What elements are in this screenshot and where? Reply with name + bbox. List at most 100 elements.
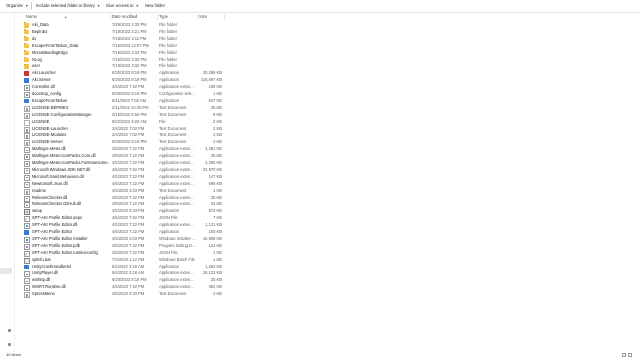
file-name: SPT-AKI Profile Editor.deps <box>32 215 83 221</box>
file-row[interactable]: BepInEx 7/18/2023 3:21 PM File folder <box>20 29 225 36</box>
file-row[interactable]: UnityCrashHandler64 5/4/2022 3:18 AM Appli… <box>20 264 225 271</box>
file-row[interactable]: EscapeFromTarkov 6/11/2023 7:02 AM Applica… <box>20 98 225 105</box>
file-size: 186 KB <box>208 84 222 90</box>
file-row[interactable]: readme 4/5/2023 3:33 PM Text Document 1 KB <box>20 188 225 195</box>
file-row[interactable]: XpressMerw 4/5/2023 3:33 PM Text Document 2… <box>20 291 225 299</box>
column-divider[interactable] <box>224 14 225 20</box>
file-row[interactable]: Mathtype.Meter.IconPacks.Core.dll 4/5/202… <box>20 153 225 161</box>
file-type: Text Document <box>159 291 187 297</box>
file-row[interactable]: LICENSE 8/22/2022 6:20 AM File 2 KB <box>20 119 225 126</box>
file-name: dx <box>32 35 37 41</box>
file-row[interactable]: Aki.Launcher 6/30/2023 8:19 PM Application… <box>20 70 225 77</box>
folder-icon <box>24 56 29 62</box>
file-row[interactable]: splinfo.bat 7/4/2023 1:12 PM Windows Batch… <box>20 257 225 264</box>
file-type: Application <box>159 263 180 269</box>
file-row[interactable]: Newtonsoft.Json.dll 4/5/2023 7:22 PM Appli… <box>20 181 225 188</box>
file-row[interactable]: Aki_Data 7/29/2023 4:33 PM File folder <box>20 22 225 29</box>
details-view-icon[interactable] <box>622 353 626 357</box>
file-type: Application <box>159 70 180 76</box>
column-header-type[interactable]: Type <box>159 13 168 21</box>
file-date: 4/5/2023 2:03 PM <box>112 235 145 241</box>
file-row[interactable]: UnityPlayer.dll 5/4/2022 3:18 AM Applicati… <box>20 270 225 278</box>
file-row[interactable]: LICENSE-Modules 2/4/2022 7:02 PM Text Docu… <box>20 132 225 140</box>
file-row[interactable]: NLog 7/16/2023 3:32 PM File folder <box>20 57 225 64</box>
file-type: File folder <box>159 22 177 27</box>
file-row[interactable]: Microsoft.Xaml.Behaviors.dll 4/5/2023 7:2… <box>20 174 225 181</box>
file-row[interactable]: Mathtype.Meter.IconPacks.FontAwesome... 4… <box>20 160 225 167</box>
file-type: Application exten... <box>159 173 194 179</box>
server-icon <box>24 78 29 83</box>
file-type: File folder <box>159 49 177 55</box>
file-row[interactable]: EscapeFromTarkov_Data 7/16/2023 12:07 PM F… <box>20 43 225 50</box>
file-size: 26 KB <box>210 153 222 159</box>
file-row[interactable]: Microsoft.Windows.SDK.NET.dll 4/5/2023 7:… <box>20 167 225 174</box>
file-name: Mathtype.Meter.dll <box>32 146 66 152</box>
file-name: Microsoft.Windows.SDK.NET.dll <box>32 166 91 172</box>
file-row[interactable]: Mathtype.Meter.dll 4/5/2023 7:22 PM Applic… <box>20 146 225 154</box>
file-size: 25,132 KB <box>202 270 222 276</box>
file-row[interactable]: SPT-AKI Profile Editor.dll 4/5/2023 7:22 … <box>20 222 225 230</box>
file-row[interactable]: SPT-AKI Profile Editor Installer 4/5/2023… <box>20 236 225 243</box>
file-name: UnityCrashHandler64 <box>32 263 72 269</box>
large-icons-view-icon[interactable] <box>628 353 632 357</box>
file-row[interactable]: LICENSE-ConfigurationManager 2/15/2022 6:… <box>20 112 225 119</box>
file-row[interactable]: SPT-AKI Profile Editor.pdb 4/5/2023 7:22 … <box>20 243 225 250</box>
file-size: 147 KB <box>208 173 222 179</box>
file-type: Text Document <box>159 139 187 145</box>
file-date: 5/4/2022 3:18 AM <box>112 263 145 269</box>
file-type: Application <box>159 77 180 83</box>
file-size: 874 KB <box>208 208 222 214</box>
file-row[interactable]: dx 7/18/2023 3:11 PM File folder <box>20 36 225 43</box>
file-name: SPT-AKI Profile Editor.dll <box>32 222 78 228</box>
file-name: SPT-AKI Profile Editor.pdb <box>32 242 81 248</box>
file-name: LICENSE-Server <box>32 139 63 145</box>
file-row[interactable]: SPT-AKI Profile Editor 4/5/2023 7:22 PM Ap… <box>20 229 225 236</box>
drive-icon[interactable] <box>8 343 11 346</box>
organize-button[interactable]: Organize ▼ <box>6 2 28 10</box>
file-size: 150 KB <box>208 229 222 234</box>
column-header-name[interactable]: Name <box>26 13 37 21</box>
file-row[interactable]: LICENSE-Server 6/30/2023 8:19 PM Text Docu… <box>20 139 225 147</box>
file-type: Application <box>159 208 180 214</box>
navigation-pane[interactable] <box>0 13 15 358</box>
file-row[interactable]: SPT-AKI Profile Editor.deps 4/5/2023 7:22… <box>20 215 225 223</box>
file-type: File <box>159 118 166 124</box>
file-size: 2 KB <box>213 139 222 145</box>
file-date: 2/4/2022 7:02 PM <box>112 132 145 138</box>
file-type: Application exten... <box>159 194 194 200</box>
file-name: Mathtype.Meter.IconPacks.FontAwesome... <box>32 160 110 165</box>
column-header-date[interactable]: Date modified <box>112 13 137 21</box>
file-row[interactable]: Controller.dll 4/5/2023 7:22 PM Applicatio… <box>20 84 225 92</box>
file-size: 1 KB <box>213 187 222 193</box>
text-icon <box>24 292 30 299</box>
column-divider[interactable] <box>197 14 198 20</box>
column-divider[interactable] <box>157 14 158 20</box>
nav-item-selected[interactable] <box>0 268 12 274</box>
file-row[interactable]: LICENSE-Launcher 2/4/2022 7:02 PM Text Doc… <box>20 126 225 133</box>
file-row[interactable]: SPT-AKI Profile Editor.runtimeconfig 4/5/… <box>20 250 225 257</box>
file-date: 7/16/2023 3:34 PM <box>112 49 147 55</box>
new-folder-button[interactable]: New folder <box>145 2 165 10</box>
include-in-library-button[interactable]: Include selected folder in library ▼ <box>36 2 100 10</box>
file-row[interactable]: user 7/18/2023 3:32 PM File folder <box>20 63 225 70</box>
file-type: Application exten... <box>159 201 194 207</box>
file-row[interactable]: WinRT.Runtime.dll 4/5/2023 7:22 PM Applica… <box>20 284 225 292</box>
file-row[interactable]: LICENSE-BEPINEX 2/11/2022 10:40 PM Text Do… <box>20 105 225 112</box>
file-row[interactable]: Aki.Server 6/30/2023 8:19 PM Application 11… <box>20 77 225 84</box>
drive-icon[interactable] <box>8 329 11 332</box>
file-row[interactable]: winhttp.dll 6/30/2023 8:19 PM Application … <box>20 277 225 285</box>
column-header-size[interactable]: Size <box>199 13 207 21</box>
file-row[interactable]: MonoBleedingEdge 7/16/2023 3:34 PM File fo… <box>20 50 225 57</box>
file-name: Controller.dll <box>32 84 55 90</box>
file-row[interactable]: doorstop_config 6/30/2023 8:19 PM Configur… <box>20 91 225 98</box>
file-size: 26 KB <box>210 104 222 110</box>
file-row[interactable]: setup 4/5/2023 3:33 PM Application 874 KB <box>20 208 225 216</box>
file-size: 382 KB <box>208 284 222 290</box>
file-row[interactable]: ReleaseChecker.dll 4/5/2023 7:22 PM Applic… <box>20 195 225 202</box>
column-divider[interactable] <box>110 14 111 20</box>
file-name: SPT-AKI Profile Editor Installer <box>32 235 88 241</box>
file-size: 15,558 KB <box>202 235 222 241</box>
file-row[interactable]: ReleaseChecker.GitHub.dll 4/5/2023 7:22 P… <box>20 201 225 209</box>
share-with-button[interactable]: Give access to ▼ <box>106 2 139 10</box>
editor-icon <box>24 230 29 235</box>
